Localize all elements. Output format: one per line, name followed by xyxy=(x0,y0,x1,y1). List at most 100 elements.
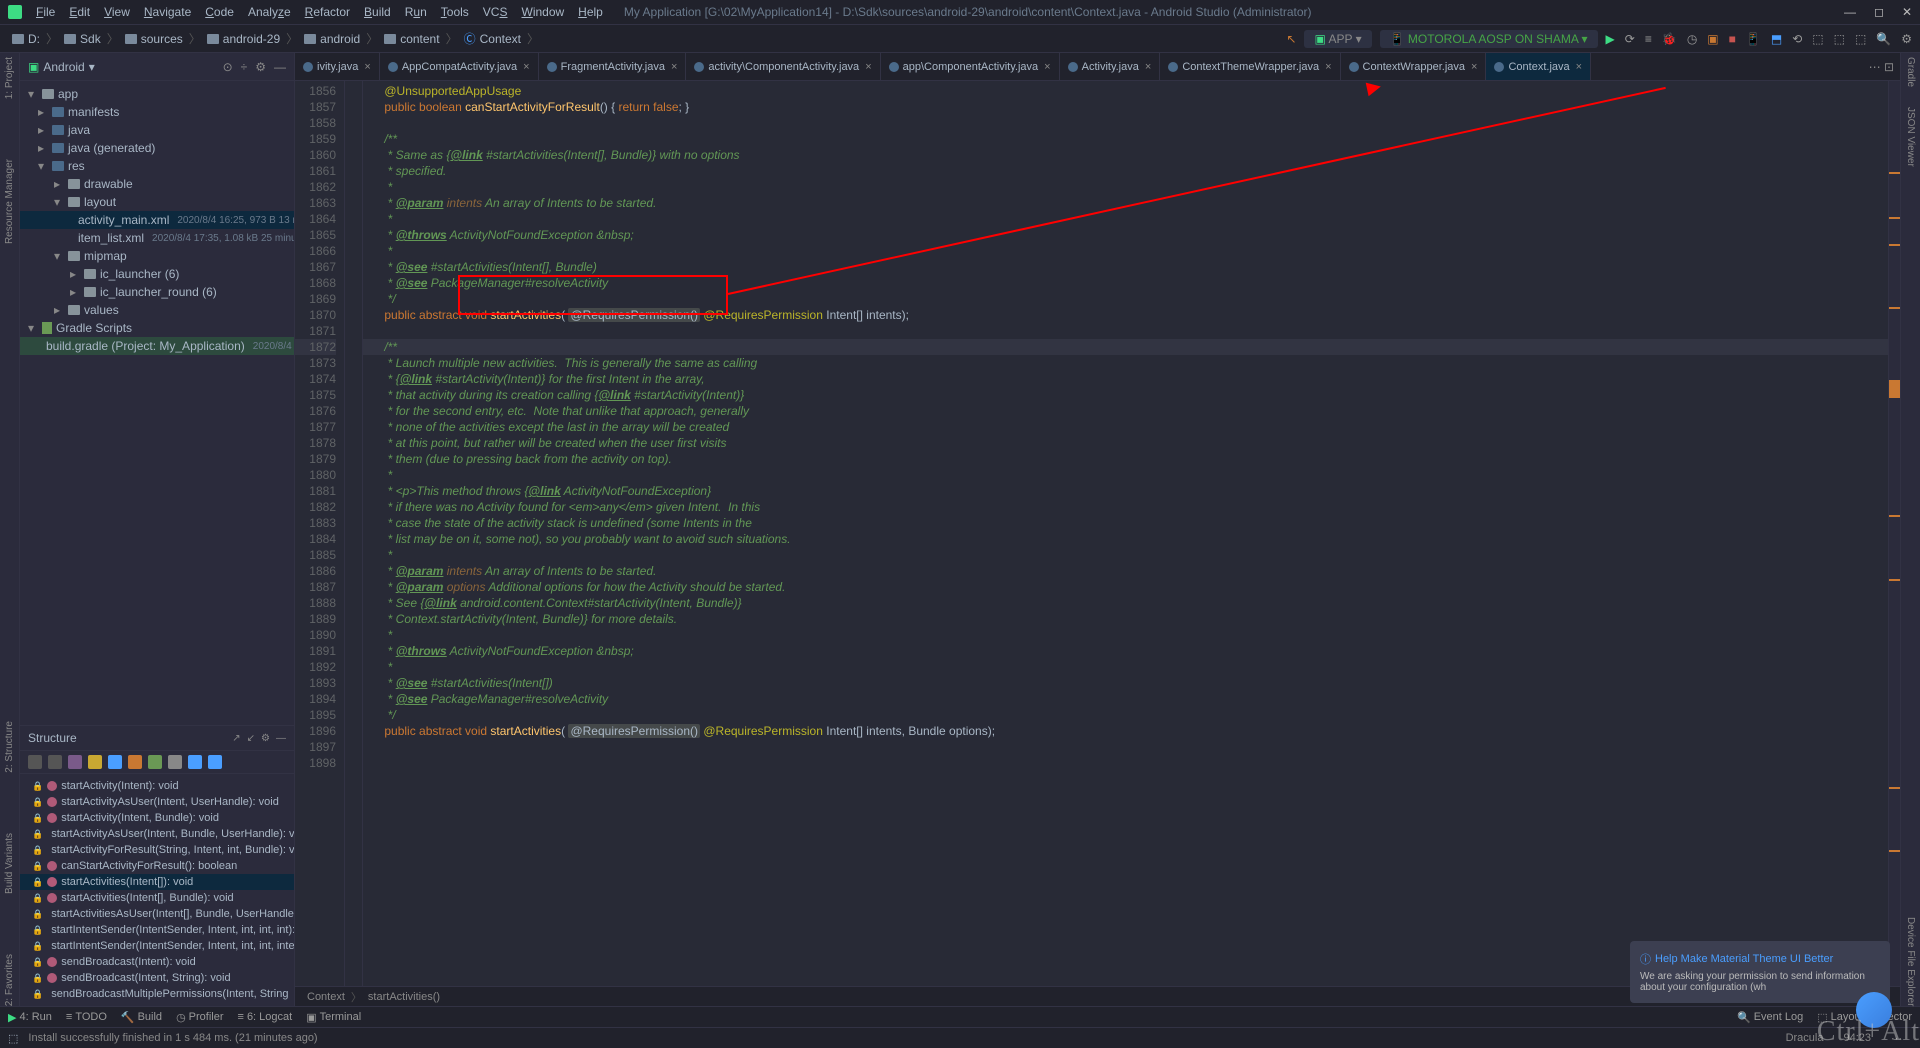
sdk-icon[interactable]: ⬒ xyxy=(1771,32,1782,46)
crumb[interactable]: Ⓒ Context xyxy=(460,30,525,47)
tree-item[interactable]: ▸drawable xyxy=(20,175,294,193)
code-area[interactable]: 1856185718581859186018611862186318641865… xyxy=(295,81,1900,986)
tool-terminal[interactable]: ▣ Terminal xyxy=(306,1011,361,1024)
collapse-icon[interactable]: ÷ xyxy=(241,60,248,74)
structure-item[interactable]: 🔒startActivitiesAsUser(Intent[], Bundle,… xyxy=(20,906,294,922)
editor-tab[interactable]: FragmentActivity.java× xyxy=(539,53,687,80)
hide-icon[interactable]: — xyxy=(274,60,286,74)
tab-structure[interactable]: 2: Structure xyxy=(4,721,15,773)
crumb[interactable]: Sdk xyxy=(60,32,105,46)
tool-run[interactable]: ▶ 4: Run xyxy=(8,1011,52,1024)
tree-item[interactable]: activity_main.xml2020/8/4 16:25, 973 B 1… xyxy=(20,211,294,229)
tab-project[interactable]: 1: Project xyxy=(4,57,15,99)
close-icon[interactable]: ✕ xyxy=(1902,5,1912,19)
crumb[interactable]: android xyxy=(300,32,364,46)
structure-item[interactable]: 🔒startIntentSender(IntentSender, Intent,… xyxy=(20,938,294,954)
minimize-icon[interactable]: — xyxy=(1844,5,1856,19)
settings-icon[interactable]: ⚙ xyxy=(1901,32,1912,46)
filter-icon[interactable] xyxy=(128,755,142,769)
structure-item[interactable]: 🔒startActivityForResult(String, Intent, … xyxy=(20,842,294,858)
attach-icon[interactable]: ▣ xyxy=(1707,32,1718,46)
crumb[interactable]: content xyxy=(380,32,443,46)
tab-json-viewer[interactable]: JSON Viewer xyxy=(1905,107,1916,167)
line-gutter[interactable]: 1856185718581859186018611862186318641865… xyxy=(295,81,345,986)
menu-edit[interactable]: Edit xyxy=(63,3,96,21)
filter-icon[interactable] xyxy=(68,755,82,769)
tab-close-icon[interactable]: × xyxy=(1471,61,1477,73)
tab-gradle[interactable]: Gradle xyxy=(1905,57,1916,87)
apply-changes-icon[interactable]: ⟳ xyxy=(1625,32,1635,46)
editor-tab[interactable]: AppCompatActivity.java× xyxy=(380,53,539,80)
structure-item[interactable]: 🔒canStartActivityForResult(): boolean xyxy=(20,858,294,874)
menu-refactor[interactable]: Refactor xyxy=(299,3,356,21)
crumb[interactable]: D: xyxy=(8,32,44,46)
tab-resource-manager[interactable]: Resource Manager xyxy=(4,159,15,244)
menu-tools[interactable]: Tools xyxy=(435,3,475,21)
settings-icon[interactable]: ⚙ xyxy=(261,733,270,744)
tree-item[interactable]: ▾res xyxy=(20,157,294,175)
tab-close-icon[interactable]: × xyxy=(1325,61,1331,73)
tree-item[interactable]: item_list.xml2020/8/4 17:35, 1.08 kB 25 … xyxy=(20,229,294,247)
structure-item[interactable]: 🔒startActivities(Intent[], Bundle): void xyxy=(20,890,294,906)
editor-tab[interactable]: ContextThemeWrapper.java× xyxy=(1160,53,1340,80)
tab-close-icon[interactable]: × xyxy=(671,61,677,73)
tree-item[interactable]: ▸ic_launcher (6) xyxy=(20,265,294,283)
menu-view[interactable]: View xyxy=(98,3,136,21)
back-icon[interactable]: ↖ xyxy=(1286,32,1296,46)
tab-favorites[interactable]: 2: Favorites xyxy=(4,954,15,1006)
editor-tab[interactable]: Activity.java× xyxy=(1060,53,1161,80)
search-icon[interactable]: 🔍 xyxy=(1876,32,1891,46)
status-position[interactable]: 94:23 xyxy=(1843,1032,1871,1044)
tool-build[interactable]: 🔨 Build xyxy=(121,1011,162,1024)
avd-icon[interactable]: 📱 xyxy=(1746,32,1761,46)
tool-profiler[interactable]: ◷ Profiler xyxy=(176,1011,223,1024)
assistant-bubble-icon[interactable] xyxy=(1856,992,1892,1028)
tool-icon[interactable]: ⬚ xyxy=(1812,32,1823,46)
filter-icon[interactable] xyxy=(188,755,202,769)
structure-item[interactable]: 🔒startIntentSender(IntentSender, Intent,… xyxy=(20,922,294,938)
tab-close-icon[interactable]: × xyxy=(523,61,529,73)
code-editor[interactable]: @UnsupportedAppUsage public boolean canS… xyxy=(363,81,1888,986)
debug-icon[interactable]: 🐞 xyxy=(1662,32,1677,46)
filter-icon[interactable] xyxy=(148,755,162,769)
structure-item[interactable]: 🔒sendBroadcast(Intent, String): void xyxy=(20,970,294,986)
tree-item[interactable]: ▾layout xyxy=(20,193,294,211)
structure-item[interactable]: 🔒startActivity(Intent): void xyxy=(20,778,294,794)
tab-close-icon[interactable]: × xyxy=(364,61,370,73)
editor-tab[interactable]: ContextWrapper.java× xyxy=(1341,53,1487,80)
tab-build-variants[interactable]: Build Variants xyxy=(4,833,15,894)
menu-code[interactable]: Code xyxy=(199,3,240,21)
tab-device-file-explorer[interactable]: Device File Explorer xyxy=(1905,917,1916,1006)
tab-close-icon[interactable]: × xyxy=(1044,61,1050,73)
editor-tab[interactable]: Context.java× xyxy=(1486,53,1591,80)
tool-event-log[interactable]: 🔍 Event Log xyxy=(1737,1011,1803,1024)
tool-icon[interactable]: ⬚ xyxy=(1834,32,1845,46)
menu-run[interactable]: Run xyxy=(399,3,433,21)
editor-tab[interactable]: ivity.java× xyxy=(295,53,380,80)
tree-item[interactable]: ▾mipmap xyxy=(20,247,294,265)
tool-logcat[interactable]: ≡ 6: Logcat xyxy=(238,1011,293,1023)
sort-icon[interactable] xyxy=(48,755,62,769)
tree-item[interactable]: ▸java xyxy=(20,121,294,139)
structure-item[interactable]: 🔒startActivityAsUser(Intent, UserHandle)… xyxy=(20,794,294,810)
marker-gutter[interactable] xyxy=(345,81,363,986)
structure-item[interactable]: 🔒sendBroadcast(Intent): void xyxy=(20,954,294,970)
settings-icon[interactable]: ⚙ xyxy=(255,60,266,74)
status-theme[interactable]: Dracula xyxy=(1786,1032,1824,1044)
tab-close-icon[interactable]: × xyxy=(1145,61,1151,73)
hide-icon[interactable]: — xyxy=(276,733,286,744)
structure-item[interactable]: 🔒startActivity(Intent, Bundle): void xyxy=(20,810,294,826)
filter-icon[interactable] xyxy=(168,755,182,769)
tab-close-icon[interactable]: × xyxy=(1576,61,1582,73)
menu-vcs[interactable]: VCS xyxy=(477,3,514,21)
menu-file[interactable]: File xyxy=(30,3,61,21)
tree-item[interactable]: ▾Gradle Scripts xyxy=(20,319,294,337)
crumb[interactable]: sources xyxy=(121,32,187,46)
run-config-selector[interactable]: ▣ APP ▾ xyxy=(1304,30,1371,48)
device-selector[interactable]: 📱 MOTOROLA AOSP ON SHAMA ▾ xyxy=(1380,30,1598,48)
project-view-selector[interactable]: ▣ Android ▾ xyxy=(28,60,95,74)
project-tree[interactable]: ▾app▸manifests▸java▸java (generated)▾res… xyxy=(20,81,294,725)
tree-item[interactable]: ▸values xyxy=(20,301,294,319)
structure-item[interactable]: 🔒startActivities(Intent[]): void xyxy=(20,874,294,890)
minimap[interactable] xyxy=(1888,81,1900,986)
